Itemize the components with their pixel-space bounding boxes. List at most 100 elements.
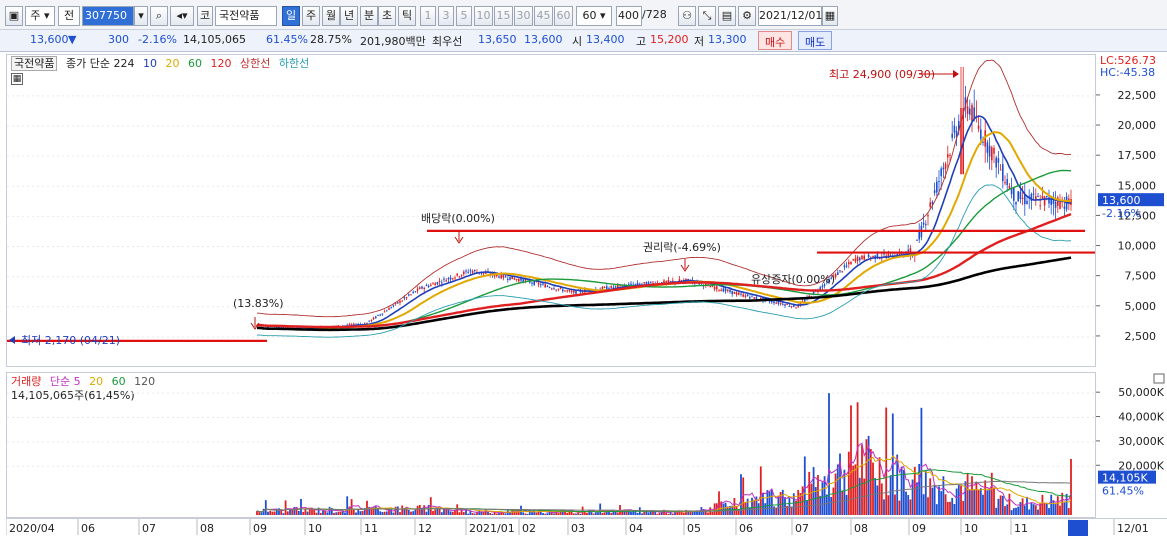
save-icon[interactable]: ▤ <box>718 6 736 26</box>
people-icon[interactable]: ⚇ <box>678 6 696 26</box>
best-label: 최우선 <box>432 35 463 48</box>
volume-bar <box>1010 510 1013 515</box>
calendar-icon[interactable]: ▦ <box>822 6 838 26</box>
volume-bar <box>465 510 467 515</box>
interval-button-1[interactable]: 3 <box>438 6 454 26</box>
candle-body <box>755 296 758 299</box>
candle-body <box>513 278 516 280</box>
period-button-4[interactable]: 분 <box>360 6 378 26</box>
candle-body <box>425 285 428 287</box>
volume-bar <box>614 511 617 515</box>
candle-body <box>995 157 997 168</box>
candle-body <box>953 125 956 133</box>
candle-body <box>848 262 850 265</box>
candle-body <box>942 167 945 170</box>
date-tick-label: 2021/01 <box>469 522 515 535</box>
date-tick-label: 05 <box>687 522 701 535</box>
interval-select[interactable]: 60 ▾ <box>576 6 612 26</box>
interval-button-4[interactable]: 15 <box>494 6 513 26</box>
volume-bar <box>491 513 494 515</box>
period-button-2[interactable]: 월 <box>322 6 340 26</box>
candle-body <box>980 129 982 140</box>
volume-bar <box>821 482 824 515</box>
count-total: /728 <box>642 8 667 21</box>
draw-tool-icon[interactable]: ⤡ <box>698 6 716 26</box>
buy-button[interactable]: 매수 <box>758 31 793 50</box>
stock-name-field[interactable]: 국전약품 <box>215 6 277 26</box>
volume-bar <box>434 509 437 515</box>
price-chart-canvas[interactable]: 최고 24,900 (09/30)최저 2,170 (04/21)(13.83%… <box>7 55 1095 366</box>
interval-button-3[interactable]: 10 <box>474 6 493 26</box>
candle-body <box>841 271 843 273</box>
volume-bar <box>922 494 925 515</box>
candle-body <box>933 190 936 193</box>
stock-code-input[interactable]: 307750 <box>82 6 134 26</box>
search-icon[interactable]: ⌕ <box>150 6 168 26</box>
candle-body <box>353 323 355 325</box>
date-field[interactable]: 2021/12/01 <box>758 6 822 26</box>
candle-body <box>771 300 773 303</box>
period-button-1[interactable]: 주 <box>302 6 320 26</box>
interval-button-6[interactable]: 45 <box>534 6 553 26</box>
volume-bar <box>432 510 434 515</box>
volume-bar <box>1056 496 1059 515</box>
count-input[interactable]: 400 <box>616 6 642 26</box>
candle-body <box>416 288 419 291</box>
candle-body <box>863 255 865 260</box>
candle-body <box>936 181 938 193</box>
volume-bar <box>447 509 450 515</box>
low-price: 13,300 <box>708 33 747 46</box>
volume-bar <box>880 483 883 515</box>
candle-body <box>788 305 791 307</box>
period-button-0[interactable]: 일 <box>282 6 300 26</box>
ko-button[interactable]: 코 <box>197 6 213 26</box>
candle-body <box>1006 179 1008 186</box>
interval-button-7[interactable]: 60 <box>554 6 573 26</box>
period-button-5[interactable]: 초 <box>378 6 396 26</box>
gear-icon[interactable]: ⚙ <box>738 6 756 26</box>
jeon-select[interactable]: 전 <box>58 6 80 26</box>
volume-bar <box>438 508 441 515</box>
interval-button-2[interactable]: 5 <box>456 6 472 26</box>
sound-icon[interactable]: ◂▾ <box>170 6 194 26</box>
volume-chart-canvas[interactable] <box>7 373 1095 517</box>
candle-body <box>573 290 575 293</box>
candle-body <box>1032 193 1035 195</box>
volume-bar <box>836 464 839 515</box>
interval-button-5[interactable]: 30 <box>514 6 533 26</box>
volume-bar <box>326 512 329 515</box>
volume-bar <box>1050 494 1053 515</box>
interval-button-0[interactable]: 1 <box>420 6 436 26</box>
volume-bar <box>957 485 960 515</box>
candle-body <box>993 147 995 154</box>
volume-bar <box>682 512 685 515</box>
layout-icon[interactable]: ▣ <box>5 6 23 26</box>
best-bid: 13,600 <box>524 33 563 46</box>
candle-body <box>960 107 962 175</box>
volume-bar <box>902 469 905 515</box>
period-button-3[interactable]: 년 <box>340 6 358 26</box>
volume-bars <box>256 393 1072 515</box>
volume-bar <box>933 484 936 515</box>
type-select[interactable]: 주 ▾ <box>25 6 55 26</box>
volume-bar <box>1001 495 1004 515</box>
candle-body <box>837 272 839 275</box>
code-dropdown-icon[interactable]: ▾ <box>134 6 148 26</box>
candle-body <box>951 133 953 138</box>
volume-bar <box>630 511 632 515</box>
volume-bar <box>847 451 850 515</box>
candle-body <box>544 284 546 288</box>
volume-bar <box>924 470 927 515</box>
volume-bar <box>592 513 595 515</box>
candle-body <box>421 286 423 289</box>
volume-bar <box>396 506 399 515</box>
volume-bar <box>359 511 362 515</box>
period-button-6[interactable]: 틱 <box>398 6 416 26</box>
candle-body <box>1021 197 1024 199</box>
sell-button[interactable]: 매도 <box>798 31 833 50</box>
volume-bar <box>302 511 305 515</box>
candle-body <box>938 181 940 183</box>
dividend-annotation: 배당락(0.00%) <box>421 212 495 225</box>
vol-ma20-line <box>256 454 1072 513</box>
volume-bar <box>986 490 989 515</box>
